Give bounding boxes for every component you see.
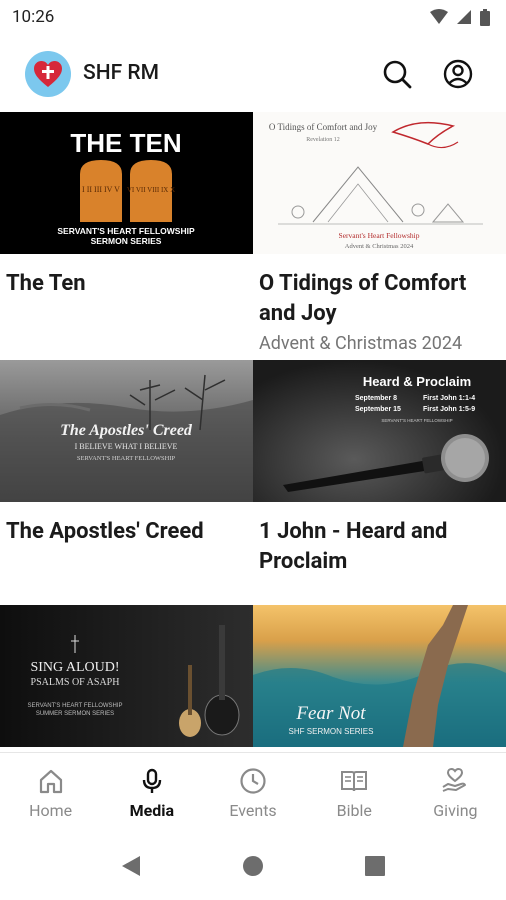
recents-icon[interactable]	[364, 855, 386, 877]
art-line1: PSALMS OF ASAPH	[31, 677, 120, 688]
art-row1-ref: First John 1:1-4	[423, 395, 475, 402]
art-line2: SERMON SERIES	[91, 236, 162, 246]
media-thumbnail: SING ALOUD! PSALMS OF ASAPH SERVANT'S HE…	[0, 605, 253, 747]
media-card-fear-not[interactable]: Fear Not SHF SERMON SERIES	[253, 605, 506, 747]
clock-icon	[240, 768, 266, 794]
the-ten-artwork: THE TEN I II III IV V VI VII VIII IX X S…	[57, 128, 195, 246]
nav-media[interactable]: Media	[101, 753, 202, 833]
art-line3: SUMMER SERMON SERIES	[36, 711, 114, 717]
home-circle-icon[interactable]	[242, 855, 264, 877]
app-logo	[25, 51, 71, 97]
art-org: SERVANT'S HEART FELLOWSHIP	[381, 418, 452, 423]
nav-bible[interactable]: Bible	[304, 753, 405, 833]
media-card-the-ten[interactable]: THE TEN I II III IV V VI VII VIII IX X S…	[0, 112, 253, 358]
fear-not-artwork: Fear Not SHF SERMON SERIES	[253, 605, 506, 747]
book-icon	[341, 771, 368, 792]
art-line1: SERVANT'S HEART FELLOWSHIP	[57, 226, 195, 236]
art-headline: SING ALOUD!	[30, 660, 119, 675]
art-row2-date: September 15	[355, 406, 401, 413]
media-thumbnail: Fear Not SHF SERMON SERIES	[253, 605, 506, 747]
media-thumbnail: THE TEN I II III IV V VI VII VIII IX X S…	[0, 112, 253, 254]
signal-icon	[457, 10, 471, 24]
media-thumbnail: The Apostles' Creed I BELIEVE WHAT I BEL…	[0, 360, 253, 502]
media-card-apostles-creed[interactable]: The Apostles' Creed I BELIEVE WHAT I BEL…	[0, 360, 253, 606]
account-icon	[443, 59, 473, 89]
app-bar: SHF RM	[0, 44, 506, 104]
art-series: Advent & Christmas 2024	[345, 243, 414, 250]
media-thumbnail: Heard & Proclaim September 8 First John …	[253, 360, 506, 502]
art-headline: Heard & Proclaim	[363, 374, 471, 389]
apostles-creed-artwork: The Apostles' Creed I BELIEVE WHAT I BEL…	[0, 374, 253, 502]
art-row2-ref: First John 1:5-9	[423, 406, 475, 413]
heart-hand-icon	[442, 767, 467, 792]
media-thumbnail: O Tidings of Comfort and Joy Revelation …	[253, 112, 506, 254]
nav-home[interactable]: Home	[0, 753, 101, 833]
media-card-subtitle: Advent & Christmas 2024	[259, 333, 463, 354]
1-john-artwork: Heard & Proclaim September 8 First John …	[283, 374, 489, 492]
art-headline: The Apostles' Creed	[60, 422, 193, 439]
nav-label: Media	[129, 801, 175, 820]
o-tidings-artwork: O Tidings of Comfort and Joy Revelation …	[269, 121, 483, 250]
status-time: 10:26	[12, 7, 55, 27]
media-card-o-tidings[interactable]: O Tidings of Comfort and Joy Revelation …	[253, 112, 506, 358]
art-tablet-right: VI VII VIII IX X	[127, 186, 175, 194]
nav-label: Giving	[433, 801, 478, 820]
art-line2: SERVANT'S HEART FELLOWSHIP	[27, 703, 122, 709]
search-icon	[383, 60, 412, 89]
heart-cross-logo-icon	[34, 61, 62, 87]
wifi-icon	[430, 9, 448, 24]
art-line1: SHF SERMON SERIES	[289, 727, 374, 736]
media-card-title: The Ten	[6, 271, 86, 296]
nav-label: Events	[229, 801, 277, 820]
art-line1: I BELIEVE WHAT I BELIEVE	[75, 442, 178, 451]
nav-label: Bible	[336, 801, 372, 820]
search-button[interactable]	[381, 58, 413, 90]
art-tablet-left: I II III IV V	[82, 185, 120, 194]
bottom-navigation: Home Media Events Bible Giving	[0, 752, 506, 833]
nav-events[interactable]: Events	[202, 753, 303, 833]
battery-icon	[480, 8, 490, 26]
back-icon[interactable]	[120, 854, 142, 878]
art-org: Servant's Heart Fellowship	[339, 231, 420, 240]
status-icons	[430, 8, 490, 26]
media-card-title: O Tidings of Comfort and Joy	[259, 271, 467, 326]
nav-label: Home	[29, 801, 73, 820]
media-card-sing-aloud[interactable]: SING ALOUD! PSALMS OF ASAPH SERVANT'S HE…	[0, 605, 253, 747]
art-line2: SERVANT'S HEART FELLOWSHIP	[77, 455, 176, 462]
app-title: SHF RM	[83, 61, 159, 85]
art-ref: Revelation 12	[306, 137, 340, 143]
system-navigation-bar	[0, 832, 506, 900]
art-headline: O Tidings of Comfort and Joy	[269, 122, 378, 132]
status-bar: 10:26	[0, 0, 506, 34]
art-headline: Fear Not	[295, 703, 366, 724]
microphone-icon	[142, 768, 161, 793]
sing-aloud-artwork: SING ALOUD! PSALMS OF ASAPH SERVANT'S HE…	[27, 625, 240, 737]
account-button[interactable]	[442, 58, 474, 90]
home-icon	[39, 769, 62, 794]
art-headline: THE TEN	[70, 128, 181, 158]
art-row1-date: September 8	[355, 395, 397, 402]
media-card-1-john[interactable]: Heard & Proclaim September 8 First John …	[253, 360, 506, 606]
nav-giving[interactable]: Giving	[405, 753, 506, 833]
media-card-title: 1 John - Heard and Proclaim	[259, 519, 448, 574]
media-card-title: The Apostles' Creed	[6, 519, 204, 544]
